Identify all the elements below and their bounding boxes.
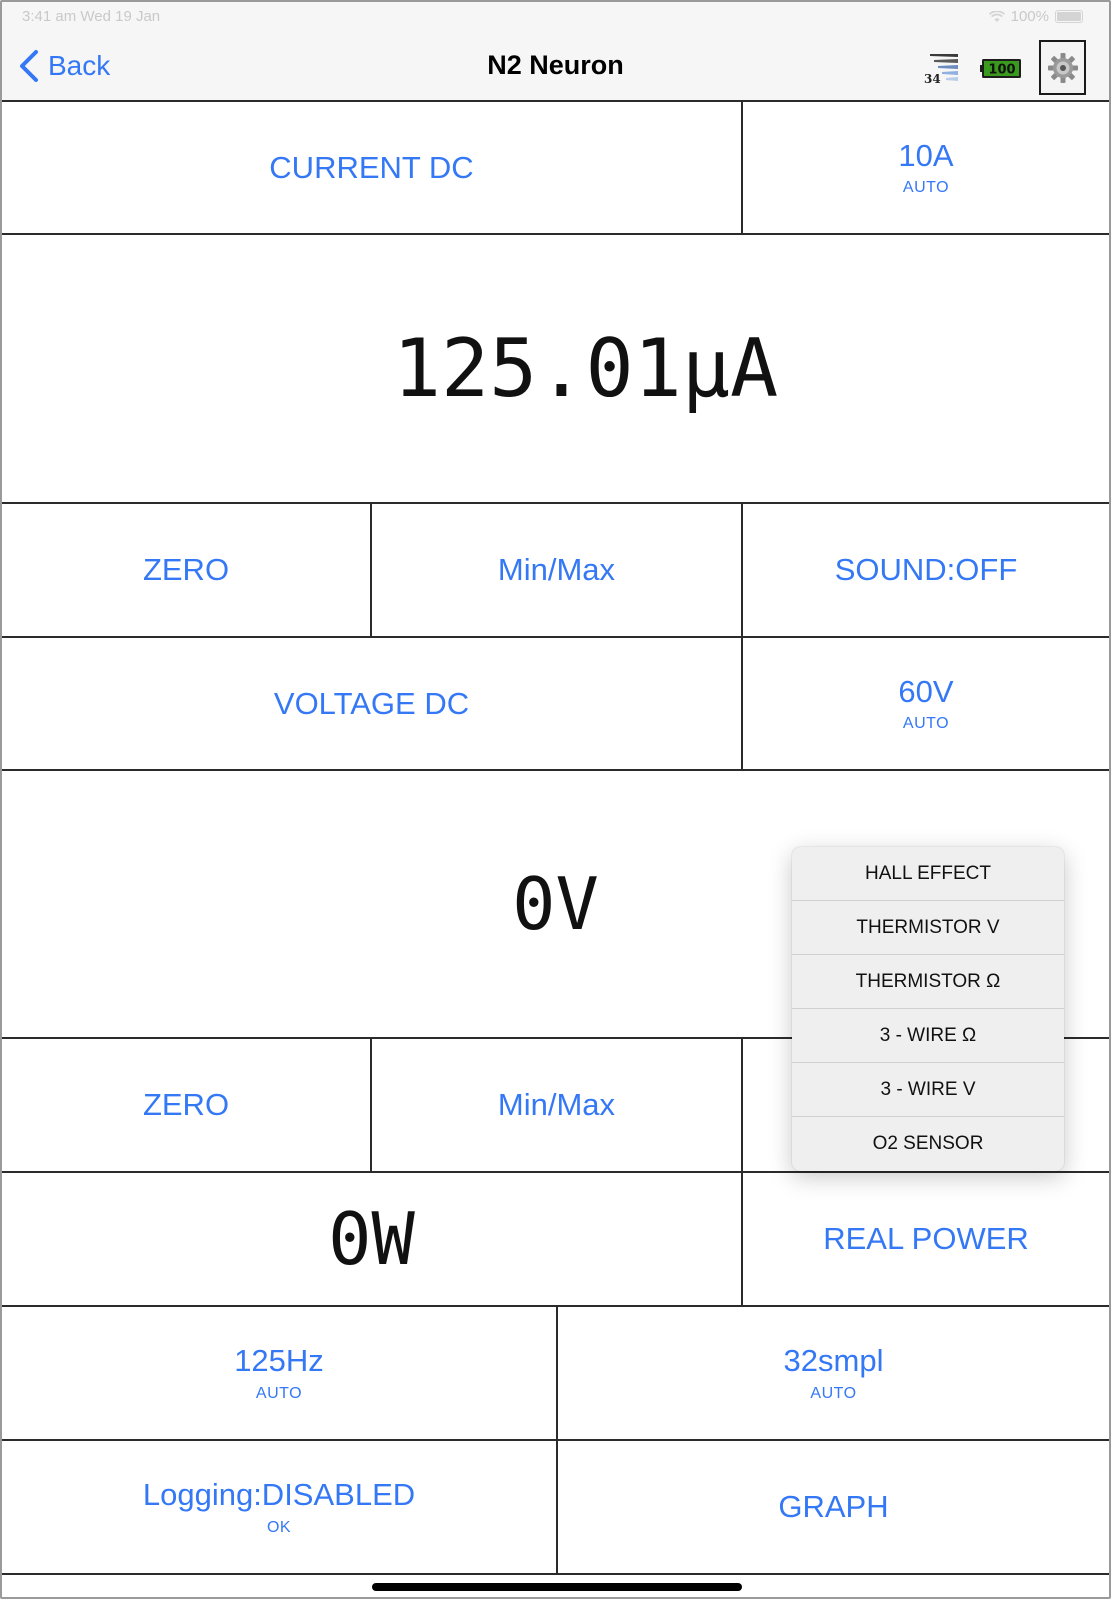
sample-rate-mode: AUTO (255, 1384, 303, 1402)
signal-number: 34 (924, 72, 941, 84)
channel1-function-button[interactable]: CURRENT DC (2, 102, 743, 235)
battery-level: 100 (988, 63, 1015, 78)
power-reading-display: 0W (2, 1173, 743, 1307)
channel1-reading: 125.01µA (392, 322, 779, 415)
channel1-reading-display: 125.01µA (2, 235, 1109, 504)
battery-icon: 100 (980, 59, 1021, 78)
sample-count-mode: AUTO (810, 1384, 857, 1402)
popover-item-3wire-ohm[interactable]: 3 - WIRE Ω (792, 1009, 1064, 1063)
popover-item-thermistor-ohm[interactable]: THERMISTOR Ω (792, 955, 1064, 1009)
channel2-function-button[interactable]: VOLTAGE DC (2, 638, 743, 771)
channel2-range-mode: AUTO (902, 715, 950, 733)
channel1-zero-label: ZERO (142, 552, 230, 588)
sample-count-label: 32smpl (783, 1343, 884, 1379)
channel2-minmax-button[interactable]: Min/Max (372, 1039, 743, 1173)
battery-status-icon (1055, 10, 1083, 23)
channel2-function-label: VOLTAGE DC (273, 685, 470, 721)
sound-toggle-button[interactable]: SOUND:OFF (743, 504, 1109, 638)
gear-icon (1047, 52, 1078, 83)
battery-percentage: 100% (1010, 8, 1049, 25)
channel2-reading: 0V (512, 862, 599, 946)
sample-rate-label: 125Hz (234, 1343, 324, 1379)
app-window: 3:41 am Wed 19 Jan 100% Back N2 Neuron 3… (0, 0, 1111, 1599)
popover-item-3wire-v[interactable]: 3 - WIRE V (792, 1063, 1064, 1117)
status-indicators: 100% (988, 8, 1083, 25)
logging-status: OK (266, 1518, 292, 1536)
sample-rate-button[interactable]: 125Hz AUTO (2, 1307, 558, 1441)
channel2-minmax-label: Min/Max (497, 1087, 616, 1123)
status-time: 3:41 am Wed 19 Jan (22, 8, 161, 25)
channel1-minmax-button[interactable]: Min/Max (372, 504, 743, 638)
input-type-popover-menu: HALL EFFECT THERMISTOR V THERMISTOR Ω 3 … (792, 847, 1064, 1171)
channel1-zero-button[interactable]: ZERO (2, 504, 372, 638)
navigation-bar: Back N2 Neuron 34 100 (2, 32, 1109, 102)
popover-item-hall-effect[interactable]: HALL EFFECT (792, 847, 1064, 901)
graph-label: GRAPH (778, 1489, 889, 1525)
channel1-minmax-label: Min/Max (497, 552, 616, 588)
graph-button[interactable]: GRAPH (558, 1441, 1109, 1575)
status-bar: 3:41 am Wed 19 Jan 100% (2, 2, 1109, 32)
popover-item-thermistor-v[interactable]: THERMISTOR V (792, 901, 1064, 955)
popover-item-o2-sensor[interactable]: O2 SENSOR (792, 1117, 1064, 1171)
logging-button[interactable]: Logging:DISABLED OK (2, 1441, 558, 1575)
settings-button[interactable] (1039, 40, 1086, 95)
power-reading: 0W (328, 1197, 415, 1281)
wifi-icon (988, 10, 1005, 22)
chevron-left-icon (20, 50, 38, 82)
back-label: Back (48, 50, 111, 81)
channel1-range-mode: AUTO (902, 179, 950, 197)
power-mode-button[interactable]: REAL POWER (743, 1173, 1109, 1307)
home-indicator[interactable] (372, 1583, 742, 1591)
channel2-range-label: 60V (898, 673, 954, 709)
channel1-range-button[interactable]: 10A AUTO (743, 102, 1109, 235)
channel2-zero-button[interactable]: ZERO (2, 1039, 372, 1173)
sound-label: SOUND:OFF (834, 552, 1018, 588)
channel2-zero-label: ZERO (142, 1087, 230, 1123)
sample-count-button[interactable]: 32smpl AUTO (558, 1307, 1109, 1441)
signal-strength-icon: 34 (924, 54, 958, 84)
channel2-range-button[interactable]: 60V AUTO (743, 638, 1109, 771)
channel1-range-label: 10A (898, 137, 954, 173)
power-mode-label: REAL POWER (823, 1221, 1029, 1257)
channel1-function-label: CURRENT DC (269, 149, 474, 185)
logging-label: Logging:DISABLED (142, 1477, 416, 1513)
back-button[interactable]: Back (18, 46, 110, 86)
